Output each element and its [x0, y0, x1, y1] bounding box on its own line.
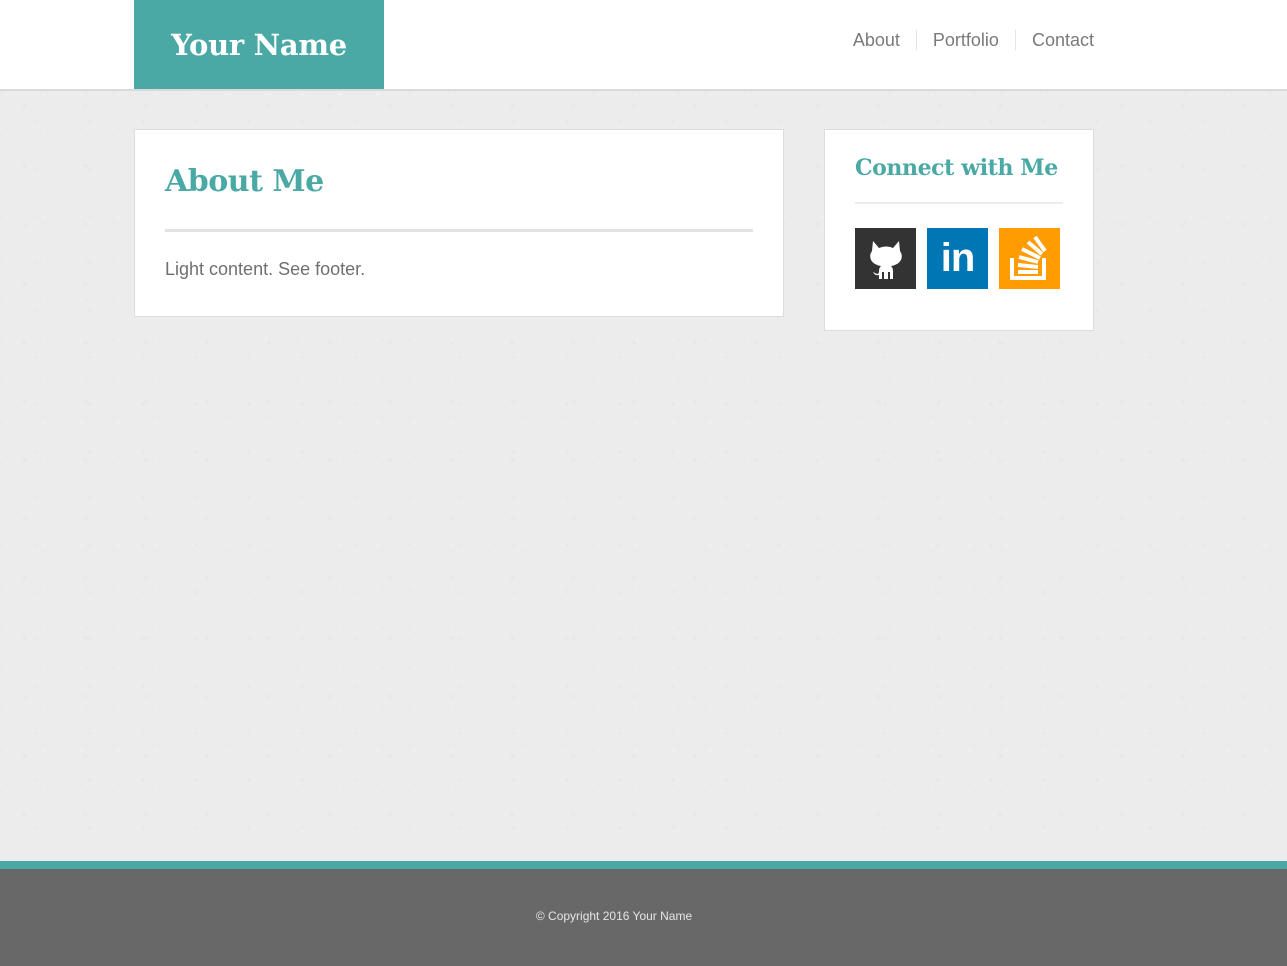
- connect-title: Connect with Me: [855, 155, 1058, 181]
- github-link[interactable]: [855, 228, 916, 289]
- nav-link-portfolio[interactable]: Portfolio: [915, 30, 1015, 50]
- nav-link-about[interactable]: About: [837, 30, 916, 50]
- stackoverflow-link[interactable]: [999, 228, 1060, 289]
- about-text: Light content. See footer.: [165, 259, 366, 279]
- linkedin-link[interactable]: in: [927, 228, 988, 289]
- copyright-text: © Copyright 2016 Your Name: [535, 909, 693, 923]
- connect-divider: [855, 202, 1063, 204]
- brand-title: Your Name: [171, 27, 347, 62]
- main-nav: About Portfolio Contact: [837, 30, 1094, 50]
- brand-logo-link[interactable]: Your Name: [134, 0, 384, 89]
- linkedin-icon: in: [940, 236, 976, 280]
- stackoverflow-icon: [1009, 235, 1047, 280]
- site-header: Your Name About Portfolio Contact: [0, 0, 1287, 91]
- title-divider: [165, 229, 753, 232]
- connect-card: Connect with Me in: [824, 129, 1094, 331]
- about-card: About Me Light content. See footer.: [134, 129, 784, 317]
- page-title: About Me: [165, 164, 324, 199]
- site-footer: © Copyright 2016 Your Name: [0, 869, 1287, 966]
- nav-link-contact[interactable]: Contact: [1014, 30, 1094, 50]
- footer-accent-stripe: [0, 861, 1287, 869]
- github-icon: [869, 240, 902, 279]
